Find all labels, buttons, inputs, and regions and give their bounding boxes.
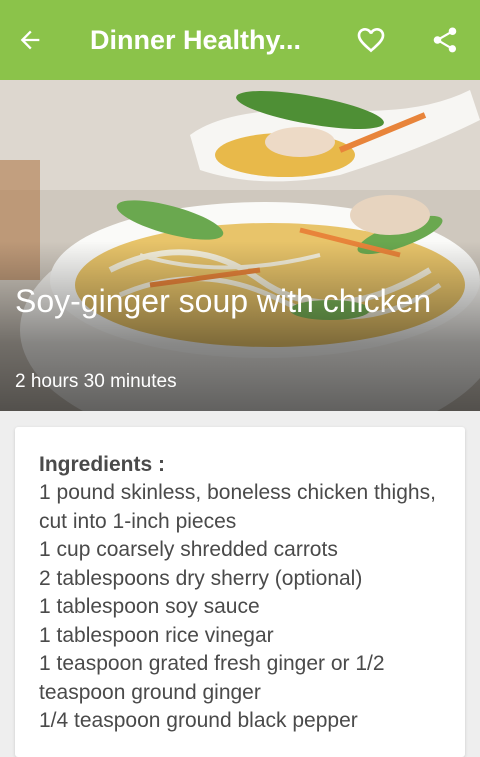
ingredient-item: 1 teaspoon grated fresh ginger or 1/2 te… (39, 652, 385, 704)
recipe-hero-image: Soy-ginger soup with chicken 2 hours 30 … (0, 80, 480, 411)
ingredient-item: 1 tablespoon rice vinegar (39, 623, 274, 647)
ingredient-item: 1/4 teaspoon ground black pepper (39, 709, 358, 732)
ingredient-item: 1 tablespoon soy sauce (39, 595, 260, 618)
ingredients-heading: Ingredients : (39, 453, 166, 476)
ingredient-item: 1 pound skinless, boneless chicken thigh… (39, 481, 436, 533)
ingredients-card: Ingredients : 1 pound skinless, boneless… (15, 427, 465, 757)
recipe-duration: 2 hours 30 minutes (15, 371, 177, 392)
app-bar-title: Dinner Healthy... (90, 24, 302, 55)
recipe-title: Soy-ginger soup with chicken (15, 283, 432, 319)
share-icon (433, 27, 457, 53)
ingredient-item: 2 tablespoons dry sherry (optional) (39, 566, 363, 590)
ingredients-list: 1 pound skinless, boneless chicken thigh… (39, 479, 449, 736)
app-bar: Dinner Healthy... (0, 0, 480, 80)
heart-outline-icon (357, 28, 385, 53)
favorite-button[interactable] (354, 23, 388, 57)
share-button[interactable] (428, 23, 462, 57)
ingredient-item: 1 cup coarsely shredded carrots (39, 538, 338, 561)
back-button[interactable] (16, 0, 68, 80)
arrow-back-icon (20, 30, 40, 50)
